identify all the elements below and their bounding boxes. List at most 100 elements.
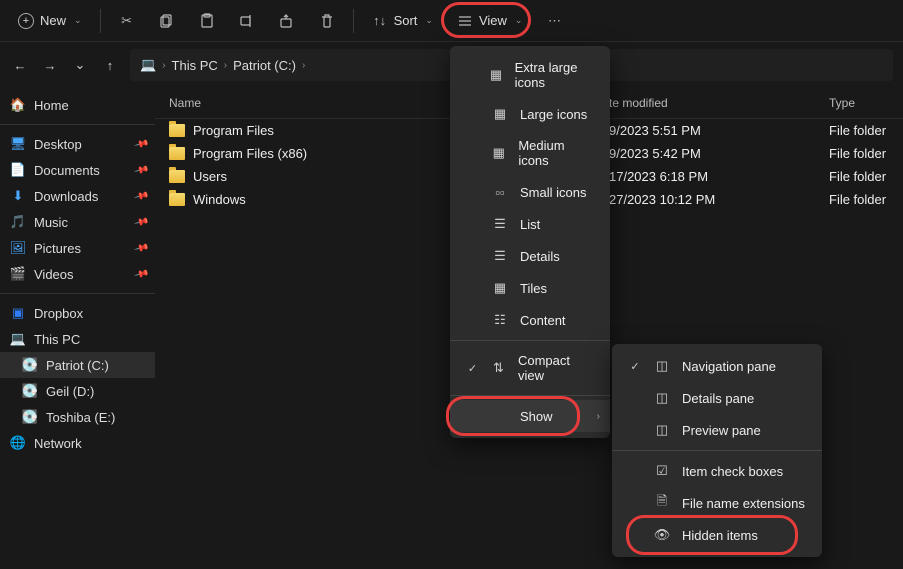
- menu-label: File name extensions: [682, 496, 805, 511]
- sidebar-dropbox[interactable]: ▣Dropbox: [0, 300, 155, 326]
- pc-icon: 💻: [10, 331, 26, 347]
- show-hidden-items[interactable]: 👁Hidden items: [612, 519, 822, 551]
- chevron-down-icon: ⌄: [74, 15, 82, 26]
- pin-icon: 📌: [133, 266, 149, 282]
- col-date-header[interactable]: te modified: [609, 96, 829, 110]
- file-type: File folder: [829, 192, 903, 207]
- drive-icon: 💽: [22, 357, 38, 373]
- plus-icon: +: [18, 13, 34, 29]
- sidebar-thispc[interactable]: 💻 This PC: [0, 326, 155, 352]
- pictures-icon: 🖼: [10, 240, 26, 256]
- sidebar-drive-d[interactable]: 💽Geil (D:): [0, 378, 155, 404]
- share-icon: [279, 13, 295, 29]
- rename-button[interactable]: [229, 7, 265, 35]
- file-date: 27/2023 10:12 PM: [609, 192, 829, 207]
- sidebar-music[interactable]: 🎵Music📌: [0, 209, 155, 235]
- sort-icon: ↑↓: [372, 13, 388, 29]
- menu-label: Compact view: [518, 353, 594, 383]
- pc-icon: 💻: [140, 57, 156, 73]
- pane-icon: ◫: [654, 422, 670, 438]
- menu-label: Small icons: [520, 185, 586, 200]
- menu-label: Details: [520, 249, 560, 264]
- up-button[interactable]: ↑: [100, 55, 120, 75]
- show-preview-pane[interactable]: ◫Preview pane: [612, 414, 822, 446]
- tiles-icon: ▦: [492, 280, 508, 296]
- file-name: Program Files (x86): [193, 146, 307, 161]
- breadcrumb-root[interactable]: This PC: [172, 58, 218, 73]
- sidebar-drive-e[interactable]: 💽Toshiba (E:): [0, 404, 155, 430]
- sidebar-pictures[interactable]: 🖼Pictures📌: [0, 235, 155, 261]
- sidebar-label: Music: [34, 215, 68, 230]
- sidebar-network[interactable]: 🌐Network: [0, 430, 155, 456]
- pane-icon: ◫: [654, 390, 670, 406]
- view-sm-icons[interactable]: ▫▫ Small icons: [450, 176, 610, 208]
- show-extensions[interactable]: 🗎File name extensions: [612, 487, 822, 519]
- checkbox-icon: ☑: [654, 463, 670, 479]
- show-checkboxes[interactable]: ☑Item check boxes: [612, 455, 822, 487]
- grid-icon: ▫▫: [492, 184, 508, 200]
- chevron-right-icon: ›: [224, 60, 227, 71]
- rename-icon: [239, 13, 255, 29]
- show-details-pane[interactable]: ◫ Details pane: [612, 382, 822, 414]
- sidebar-videos[interactable]: 🎬Videos📌: [0, 261, 155, 287]
- divider: [100, 9, 101, 33]
- sidebar-label: This PC: [34, 332, 80, 347]
- sidebar-drive-c[interactable]: 💽Patriot (C:): [0, 352, 155, 378]
- sort-button[interactable]: ↑↓ Sort ⌄: [362, 7, 443, 35]
- view-md-icons[interactable]: ▦Medium icons: [450, 130, 610, 176]
- back-button[interactable]: ←: [10, 55, 30, 75]
- cut-button[interactable]: ✂: [109, 7, 145, 35]
- divider: [450, 395, 610, 396]
- chevron-right-icon: ›: [597, 411, 600, 422]
- menu-label: Navigation pane: [682, 359, 776, 374]
- forward-button[interactable]: →: [40, 55, 60, 75]
- file-name: Windows: [193, 192, 246, 207]
- menu-label: Extra large icons: [515, 60, 594, 90]
- share-button[interactable]: [269, 7, 305, 35]
- drive-icon: 💽: [22, 383, 38, 399]
- view-content[interactable]: ☷Content: [450, 304, 610, 336]
- delete-button[interactable]: [309, 7, 345, 35]
- view-show[interactable]: Show ›: [450, 400, 610, 432]
- recent-button[interactable]: ⌄: [70, 55, 90, 75]
- menu-label: Details pane: [682, 391, 754, 406]
- sidebar-desktop[interactable]: 🖥Desktop📌: [0, 131, 155, 157]
- sidebar-label: Documents: [34, 163, 100, 178]
- sidebar-label: Downloads: [34, 189, 98, 204]
- view-list[interactable]: ☰List: [450, 208, 610, 240]
- folder-icon: [169, 170, 185, 183]
- file-type: File folder: [829, 123, 903, 138]
- more-button[interactable]: ⋯: [536, 7, 572, 35]
- sidebar-downloads[interactable]: ⬇Downloads📌: [0, 183, 155, 209]
- view-compact[interactable]: ✓⇅Compact view: [450, 345, 610, 391]
- view-button[interactable]: View ⌄: [447, 7, 533, 35]
- chevron-down-icon: ⌄: [425, 15, 433, 26]
- view-xl-icons[interactable]: ▦Extra large icons: [450, 52, 610, 98]
- chevron-down-icon: ⌄: [515, 15, 523, 26]
- sidebar-label: Videos: [34, 267, 74, 282]
- menu-label: Large icons: [520, 107, 587, 122]
- sidebar-documents[interactable]: 📄Documents📌: [0, 157, 155, 183]
- sidebar: 🏠 Home 🖥Desktop📌 📄 Documents 📌 ⬇Downloads📌…: [0, 88, 155, 569]
- grid-icon: ▦: [492, 106, 508, 122]
- copy-button[interactable]: [149, 7, 185, 35]
- view-lg-icons[interactable]: ▦ Large icons: [450, 98, 610, 130]
- pin-icon: 📌: [133, 240, 149, 256]
- view-label: View: [479, 13, 507, 28]
- dropbox-icon: ▣: [10, 305, 26, 321]
- trash-icon: [319, 13, 335, 29]
- check-icon: ✓: [466, 362, 479, 375]
- eye-icon: 👁: [654, 527, 670, 543]
- file-date: 9/2023 5:51 PM: [609, 123, 829, 138]
- documents-icon: 📄: [10, 162, 26, 178]
- view-tiles[interactable]: ▦Tiles: [450, 272, 610, 304]
- details-icon: ☰: [492, 248, 508, 264]
- breadcrumb-drive[interactable]: Patriot (C:): [233, 58, 296, 73]
- view-details[interactable]: ☰ Details: [450, 240, 610, 272]
- show-nav-pane[interactable]: ✓◫Navigation pane: [612, 350, 822, 382]
- paste-button[interactable]: [189, 7, 225, 35]
- sidebar-home[interactable]: 🏠 Home: [0, 92, 155, 118]
- col-type-header[interactable]: Type: [829, 96, 903, 110]
- file-name: Users: [193, 169, 227, 184]
- new-button[interactable]: + New ⌄: [8, 7, 92, 35]
